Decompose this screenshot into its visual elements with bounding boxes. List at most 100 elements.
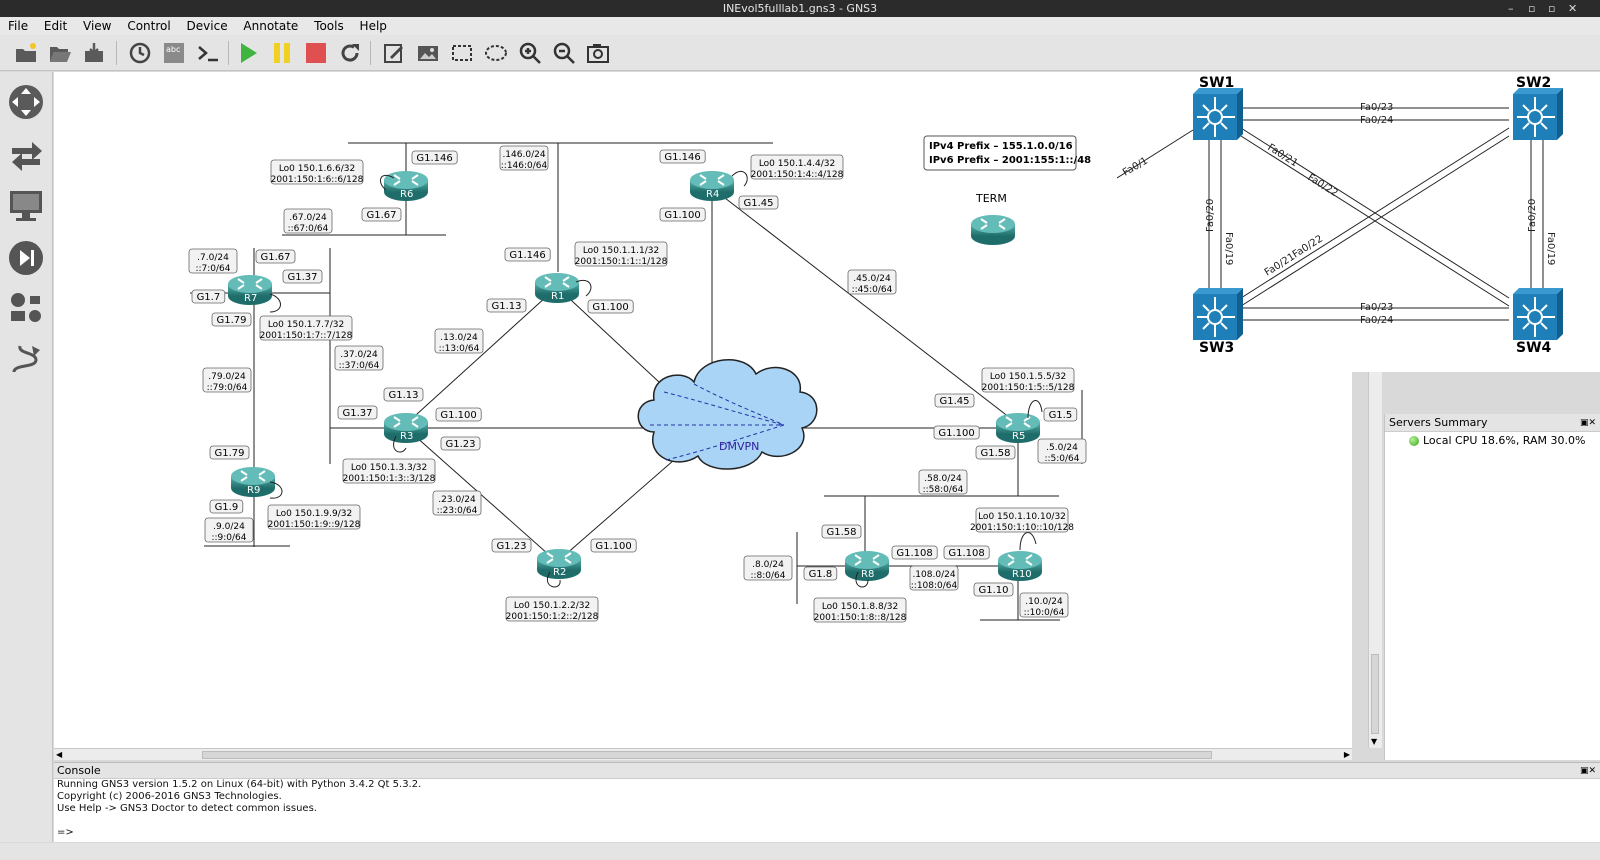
subnet-label[interactable]: .67.0/24::67:0/64	[283, 208, 333, 234]
subnet-label[interactable]: .37.0/24::37:0/64	[334, 345, 384, 371]
interface-label[interactable]: G1.100	[933, 425, 980, 440]
interface-label[interactable]: G1.37	[337, 405, 378, 420]
snapshot-icon[interactable]	[126, 39, 154, 67]
vertical-scrollbar[interactable]: ▼	[1368, 372, 1382, 748]
router-r1[interactable]: R1	[534, 272, 580, 304]
open-project-icon[interactable]	[46, 39, 74, 67]
menu-annotate[interactable]: Annotate	[239, 17, 302, 35]
menu-control[interactable]: Control	[123, 17, 174, 35]
reload-all-icon[interactable]	[336, 39, 364, 67]
router-r4[interactable]: R4	[689, 170, 735, 202]
subnet-label[interactable]: .7.0/24::7:0/64	[188, 248, 238, 274]
router-r5[interactable]: R5	[995, 412, 1041, 444]
draw-rectangle-icon[interactable]	[448, 39, 476, 67]
interface-label[interactable]: G1.13	[383, 387, 424, 402]
loopback-label[interactable]: Lo0 150.1.5.5/322001:150:1:5::5/128	[981, 367, 1075, 393]
interface-label[interactable]: G1.100	[435, 407, 482, 422]
server-entry[interactable]: Local CPU 18.6%, RAM 30.0%	[1423, 434, 1585, 447]
start-all-icon[interactable]	[234, 39, 262, 67]
interface-label[interactable]: G1.79	[209, 445, 250, 460]
console-panel[interactable]: Console ▣✕ Running GNS3 version 1.5.2 on…	[54, 762, 1600, 842]
interface-label[interactable]: G1.67	[361, 207, 402, 222]
close-icon[interactable]: ✕	[1568, 0, 1577, 17]
interface-label[interactable]: G1.23	[491, 538, 532, 553]
interface-label[interactable]: G1.5	[1043, 407, 1078, 422]
router-r9[interactable]: R9	[230, 466, 276, 498]
switch-diagram[interactable]: SW1 SW2 SW3 SW4 Fa0/23 Fa0/24 Fa0/23 Fa0…	[1117, 72, 1600, 372]
horizontal-scroll-thumb[interactable]	[202, 751, 1212, 759]
maximize-icon[interactable]: ▫	[1548, 0, 1555, 17]
loopback-label[interactable]: Lo0 150.1.7.7/322001:150:1:7::7/128	[259, 315, 353, 341]
interface-label[interactable]: G1.108	[891, 545, 938, 560]
loopback-label[interactable]: Lo0 150.1.10.10/322001:150:1:10::10/128	[970, 507, 1074, 533]
console-output[interactable]: Running GNS3 version 1.5.2 on Linux (64-…	[54, 779, 1600, 839]
switch-sw2[interactable]	[1512, 87, 1564, 141]
prefix-note[interactable]: IPv4 Prefix – 155.1.0.0/16 IPv6 Prefix –…	[923, 135, 1091, 171]
end-devices-icon[interactable]	[6, 185, 46, 225]
show-interface-labels-icon[interactable]: abc	[160, 39, 188, 67]
interface-label[interactable]: G1.45	[934, 393, 975, 408]
subnet-label[interactable]: .58.0/24::58:0/64	[918, 469, 968, 495]
loopback-label[interactable]: Lo0 150.1.4.4/322001:150:1:4::4/128	[750, 154, 844, 180]
interface-label[interactable]: G1.146	[411, 150, 458, 165]
save-project-icon[interactable]	[80, 39, 108, 67]
screenshot-icon[interactable]	[584, 39, 612, 67]
stop-all-icon[interactable]	[302, 39, 330, 67]
panel-close-icon[interactable]: ▣✕	[1580, 414, 1596, 432]
menu-file[interactable]: File	[4, 17, 32, 35]
subnet-label[interactable]: .10.0/24::10:0/64	[1019, 592, 1069, 618]
interface-label[interactable]: G1.9	[209, 499, 244, 514]
router-r2[interactable]: R2	[536, 548, 582, 580]
draw-ellipse-icon[interactable]	[482, 39, 510, 67]
move-tool-icon[interactable]	[6, 82, 46, 122]
link-tool-icon[interactable]	[6, 134, 46, 174]
interface-label[interactable]: G1.146	[659, 149, 706, 164]
scroll-down-icon[interactable]: ▼	[1371, 737, 1377, 746]
interface-label[interactable]: G1.108	[943, 545, 990, 560]
interface-label[interactable]: G1.8	[803, 566, 838, 581]
terminal-term[interactable]	[970, 214, 1016, 246]
interface-label[interactable]: G1.100	[659, 207, 706, 222]
interface-label[interactable]: G1.37	[282, 269, 323, 284]
router-r10[interactable]: R10	[997, 550, 1043, 582]
security-devices-icon[interactable]	[6, 238, 46, 278]
router-r8[interactable]: R8	[844, 550, 890, 582]
loopback-label[interactable]: Lo0 150.1.9.9/322001:150:1:9::9/128	[267, 504, 361, 530]
minimize-icon[interactable]: –	[1508, 0, 1514, 17]
new-project-icon[interactable]	[12, 39, 40, 67]
interface-label[interactable]: G1.100	[590, 538, 637, 553]
loopback-label[interactable]: Lo0 150.1.2.2/322001:150:1:2::2/128	[505, 596, 599, 622]
menu-device[interactable]: Device	[183, 17, 232, 35]
router-r7[interactable]: R7	[227, 274, 273, 306]
subnet-label[interactable]: .5.0/24::5:0/64	[1037, 438, 1087, 464]
interface-label[interactable]: G1.100	[587, 299, 634, 314]
menu-edit[interactable]: Edit	[40, 17, 71, 35]
subnet-label[interactable]: .108.0/24::108:0/64	[909, 565, 959, 591]
subnet-label[interactable]: .8.0/24::8:0/64	[743, 555, 793, 581]
switch-sw1[interactable]	[1192, 87, 1244, 141]
switch-sw3[interactable]	[1192, 287, 1244, 341]
panel-close-icon[interactable]: ▣✕	[1580, 763, 1596, 779]
horizontal-scrollbar[interactable]: ◀ ▶	[54, 748, 1352, 760]
restore-icon[interactable]: ▫	[1528, 0, 1535, 17]
interface-label[interactable]: G1.58	[975, 445, 1016, 460]
scroll-right-icon[interactable]: ▶	[1344, 750, 1350, 759]
console-all-icon[interactable]	[194, 39, 222, 67]
loopback-label[interactable]: Lo0 150.1.8.8/322001:150:1:8::8/128	[813, 597, 907, 623]
loopback-label[interactable]: Lo0 150.1.6.6/322001:150:1:6::6/128	[270, 159, 364, 185]
scroll-left-icon[interactable]: ◀	[56, 750, 62, 759]
subnet-label[interactable]: .79.0/24::79:0/64	[202, 367, 252, 393]
interface-label[interactable]: G1.23	[440, 436, 481, 451]
interface-label[interactable]: G1.58	[821, 524, 862, 539]
menu-view[interactable]: View	[79, 17, 115, 35]
subnet-label[interactable]: .146.0/24::146:0/64	[499, 145, 549, 171]
dmvpn-cloud[interactable]: DMVPN	[637, 359, 818, 470]
zoom-out-icon[interactable]	[550, 39, 578, 67]
subnet-label[interactable]: .9.0/24::9:0/64	[204, 517, 254, 543]
router-r6[interactable]: R6	[383, 170, 429, 202]
all-devices-icon[interactable]	[6, 288, 46, 328]
insert-image-icon[interactable]	[414, 39, 442, 67]
router-r3[interactable]: R3	[383, 412, 429, 444]
subnet-label[interactable]: .45.0/24::45:0/64	[847, 269, 897, 295]
menu-help[interactable]: Help	[356, 17, 391, 35]
